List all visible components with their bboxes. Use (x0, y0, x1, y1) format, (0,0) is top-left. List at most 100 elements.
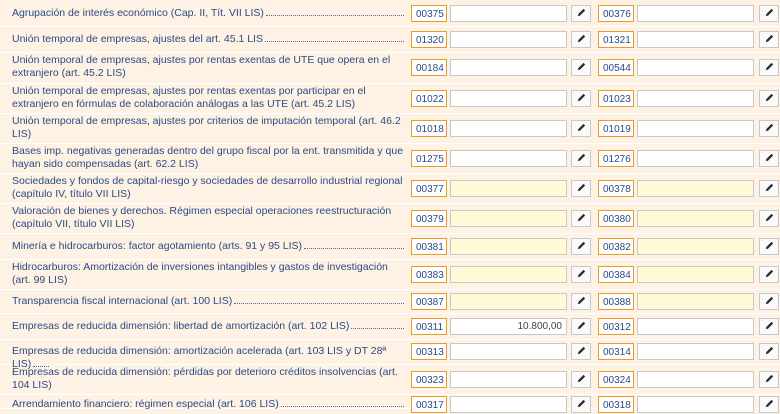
row-label-text: Arrendamiento financiero: régimen especi… (12, 398, 279, 410)
amount-input[interactable] (450, 180, 567, 197)
amount-input[interactable] (637, 293, 754, 310)
edit-pencil-button[interactable] (571, 343, 591, 360)
amount-input[interactable] (450, 210, 567, 227)
amount-input[interactable] (450, 293, 567, 310)
edit-pencil-button[interactable] (571, 238, 591, 255)
amount-input[interactable] (450, 90, 567, 107)
box-code: 01321 (598, 31, 634, 48)
amount-input[interactable] (637, 120, 754, 137)
row-label: Unión temporal de empresas, ajustes por … (12, 85, 406, 111)
form-row: Minería e hidrocarburos: factor agotamie… (0, 233, 780, 260)
box-code: 00311 (411, 318, 447, 335)
edit-pencil-button[interactable] (571, 5, 591, 22)
box-code: 01019 (598, 120, 634, 137)
pencil-icon (764, 345, 775, 359)
amount-input[interactable] (450, 31, 567, 48)
amount-input[interactable] (637, 210, 754, 227)
amount-input[interactable] (450, 150, 567, 167)
edit-pencil-button[interactable] (759, 266, 779, 283)
edit-pencil-button[interactable] (759, 318, 779, 335)
row-label: Valoración de bienes y derechos. Régimen… (12, 205, 406, 231)
amount-input[interactable] (450, 120, 567, 137)
row-label: Minería e hidrocarburos: factor agotamie… (12, 240, 406, 253)
form-row: Transparencia fiscal internacional (art.… (0, 289, 780, 314)
amount-input[interactable]: 10.800,00 (450, 318, 567, 335)
edit-pencil-button[interactable] (759, 210, 779, 227)
edit-pencil-button[interactable] (759, 396, 779, 413)
amount-input[interactable] (637, 150, 754, 167)
pencil-icon (576, 152, 587, 166)
row-label: Unión temporal de empresas, ajustes por … (12, 115, 406, 141)
amount-input[interactable] (637, 5, 754, 22)
amount-input[interactable] (637, 266, 754, 283)
edit-pencil-button[interactable] (571, 59, 591, 76)
box-code: 00376 (598, 5, 634, 22)
row-label-text: Unión temporal de empresas, ajustes del … (12, 33, 263, 45)
edit-pencil-button[interactable] (571, 120, 591, 137)
amount-input[interactable] (637, 90, 754, 107)
form-row: Empresas de reducida dimensión: pérdidas… (0, 364, 780, 395)
edit-pencil-button[interactable] (759, 180, 779, 197)
amount-input[interactable] (637, 371, 754, 388)
edit-pencil-button[interactable] (759, 293, 779, 310)
row-label: Empresas de reducida dimensión: pérdidas… (12, 366, 406, 392)
pencil-icon (576, 240, 587, 254)
pencil-icon (764, 61, 775, 75)
row-label-text: Valoración de bienes y derechos. Régimen… (12, 205, 392, 230)
pencil-icon (764, 182, 775, 196)
dot-leader (304, 248, 405, 249)
edit-pencil-button[interactable] (571, 293, 591, 310)
edit-pencil-button[interactable] (571, 31, 591, 48)
edit-pencil-button[interactable] (759, 59, 779, 76)
edit-pencil-button[interactable] (571, 150, 591, 167)
edit-pencil-button[interactable] (571, 266, 591, 283)
edit-pencil-button[interactable] (571, 180, 591, 197)
pencil-icon (764, 7, 775, 21)
edit-pencil-button[interactable] (759, 150, 779, 167)
amount-input[interactable] (450, 59, 567, 76)
edit-pencil-button[interactable] (759, 31, 779, 48)
amount-input[interactable] (637, 238, 754, 255)
amount-input[interactable] (637, 343, 754, 360)
form-row: Unión temporal de empresas, ajustes por … (0, 52, 780, 84)
amount-input[interactable] (450, 396, 567, 413)
edit-pencil-button[interactable] (759, 120, 779, 137)
amount-input[interactable] (450, 238, 567, 255)
amount-input[interactable] (637, 318, 754, 335)
edit-pencil-button[interactable] (759, 238, 779, 255)
edit-pencil-button[interactable] (759, 90, 779, 107)
row-label: Unión temporal de empresas, ajustes del … (12, 33, 406, 46)
dot-leader (351, 328, 405, 329)
edit-pencil-button[interactable] (759, 343, 779, 360)
pencil-icon (764, 33, 775, 47)
amount-input[interactable] (450, 266, 567, 283)
amount-input[interactable] (450, 371, 567, 388)
edit-pencil-button[interactable] (759, 5, 779, 22)
row-label-text: Transparencia fiscal internacional (art.… (12, 295, 233, 307)
amount-input[interactable] (637, 396, 754, 413)
box-code: 00317 (411, 396, 447, 413)
amount-input[interactable] (450, 5, 567, 22)
amount-input[interactable] (637, 31, 754, 48)
row-label-text: Empresas de reducida dimensión: pérdidas… (12, 366, 398, 391)
form-row: Unión temporal de empresas, ajustes por … (0, 83, 780, 114)
box-code: 00388 (598, 293, 634, 310)
box-code: 00318 (598, 396, 634, 413)
edit-pencil-button[interactable] (571, 396, 591, 413)
edit-pencil-button[interactable] (759, 371, 779, 388)
amount-input[interactable] (637, 180, 754, 197)
pencil-icon (764, 373, 775, 387)
row-label: Hidrocarburos: Amortización de inversion… (12, 261, 406, 287)
edit-pencil-button[interactable] (571, 210, 591, 227)
edit-pencil-button[interactable] (571, 90, 591, 107)
pencil-icon (764, 240, 775, 254)
amount-input[interactable] (637, 59, 754, 76)
box-code: 00323 (411, 371, 447, 388)
form-row: Bases imp. negativas generadas dentro de… (0, 143, 780, 174)
pencil-icon (576, 320, 587, 334)
edit-pencil-button[interactable] (571, 371, 591, 388)
amount-input[interactable] (450, 343, 567, 360)
edit-pencil-button[interactable] (571, 318, 591, 335)
box-code: 00313 (411, 343, 447, 360)
dot-leader (265, 15, 404, 16)
